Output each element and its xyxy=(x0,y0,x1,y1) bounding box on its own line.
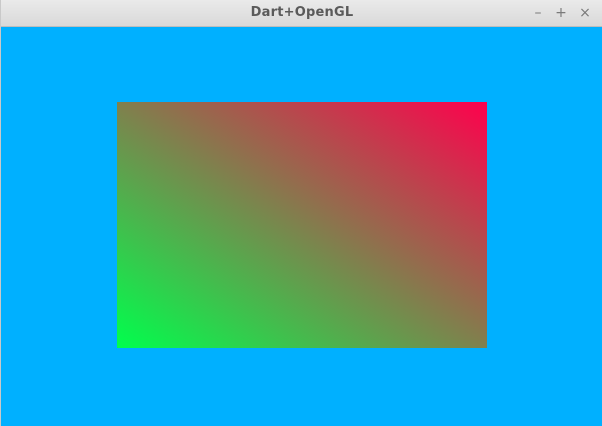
gradient-quad xyxy=(117,102,487,348)
window-title: Dart+OpenGL xyxy=(250,5,354,20)
app-window: Dart+OpenGL – + × xyxy=(0,0,602,426)
close-button[interactable]: × xyxy=(576,4,594,22)
title-bar[interactable]: Dart+OpenGL – + × xyxy=(1,0,602,27)
maximize-button[interactable]: + xyxy=(552,4,570,22)
opengl-canvas xyxy=(1,27,602,426)
minimize-button[interactable]: – xyxy=(529,4,547,22)
